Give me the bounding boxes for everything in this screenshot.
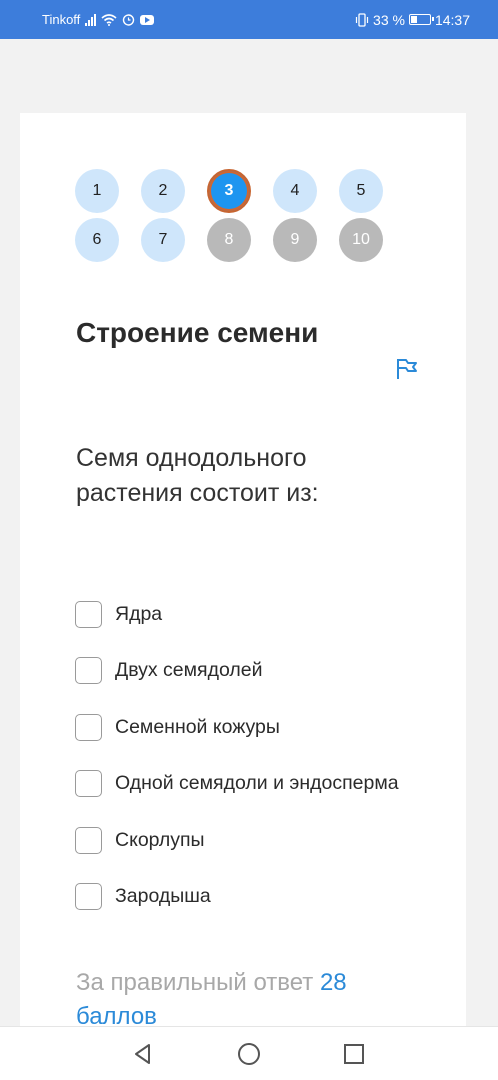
option-label: Зародыша xyxy=(115,885,211,908)
option-label: Двух семядолей xyxy=(115,659,263,682)
alarm-icon xyxy=(123,14,135,26)
score-info: За правильный ответ 28 баллов xyxy=(76,966,396,1026)
battery-percent: 33 % xyxy=(373,11,405,28)
page-title: Строение семени xyxy=(76,317,319,348)
score-suffix: баллов xyxy=(76,1003,157,1026)
answer-option[interactable]: Семенной кожуры xyxy=(75,699,399,756)
back-icon[interactable] xyxy=(130,1041,156,1067)
question-number-6[interactable]: 6 xyxy=(75,218,119,262)
flag-icon[interactable] xyxy=(395,357,419,381)
question-number-8: 8 xyxy=(207,218,251,262)
answer-option[interactable]: Зародыша xyxy=(75,869,399,926)
status-bar: Tinkoff 33 % 14:37 xyxy=(0,0,498,39)
checkbox[interactable] xyxy=(75,657,102,685)
answer-options: Ядра Двух семядолей Семенной кожуры Одной с… xyxy=(75,586,399,925)
answer-option[interactable]: Двух семядолей xyxy=(75,643,399,700)
checkbox[interactable] xyxy=(75,600,102,628)
checkbox[interactable] xyxy=(75,826,102,854)
home-icon[interactable] xyxy=(236,1041,262,1067)
answer-option[interactable]: Скорлупы xyxy=(75,812,399,869)
test-card: 1 2 3 4 5 6 7 8 9 10 Строение семени Семя однодол… xyxy=(20,113,466,1026)
score-points: 28 xyxy=(319,969,347,996)
question-pager: 1 2 3 4 5 6 7 8 9 10 xyxy=(75,169,395,262)
system-nav-bar xyxy=(0,1026,498,1080)
vibrate-icon xyxy=(355,12,369,27)
answer-option[interactable]: Одной семядоли и эндосперма xyxy=(75,756,399,813)
signal-icon xyxy=(85,13,97,26)
option-label: Одной семядоли и эндосперма xyxy=(115,772,399,795)
option-label: Ядра xyxy=(115,602,163,625)
question-number-1[interactable]: 1 xyxy=(75,169,119,213)
option-label: Семенной кожуры xyxy=(115,715,280,738)
battery-icon xyxy=(408,14,434,25)
question-number-10: 10 xyxy=(339,218,383,262)
carrier-name: Tinkoff xyxy=(42,12,81,27)
recents-icon[interactable] xyxy=(341,1041,367,1067)
question-number-3[interactable]: 3 xyxy=(207,169,251,213)
question-number-9: 9 xyxy=(273,218,317,262)
youtube-icon xyxy=(140,14,155,25)
question-number-5[interactable]: 5 xyxy=(339,169,383,213)
status-left: Tinkoff xyxy=(42,12,155,27)
option-label: Скорлупы xyxy=(115,828,205,851)
wifi-icon xyxy=(101,13,117,26)
answer-option[interactable]: Ядра xyxy=(75,586,399,643)
score-prefix: За правильный ответ xyxy=(76,969,314,996)
status-right: 33 % 14:37 xyxy=(355,12,470,28)
checkbox[interactable] xyxy=(75,713,102,741)
question-text: Семя однодольного растения состоит из: xyxy=(76,444,319,507)
question-number-4[interactable]: 4 xyxy=(273,169,317,213)
question-number-2[interactable]: 2 xyxy=(141,169,185,213)
checkbox[interactable] xyxy=(75,770,102,798)
question-number-7[interactable]: 7 xyxy=(141,218,185,262)
clock: 14:37 xyxy=(434,11,470,28)
checkbox[interactable] xyxy=(75,883,102,911)
